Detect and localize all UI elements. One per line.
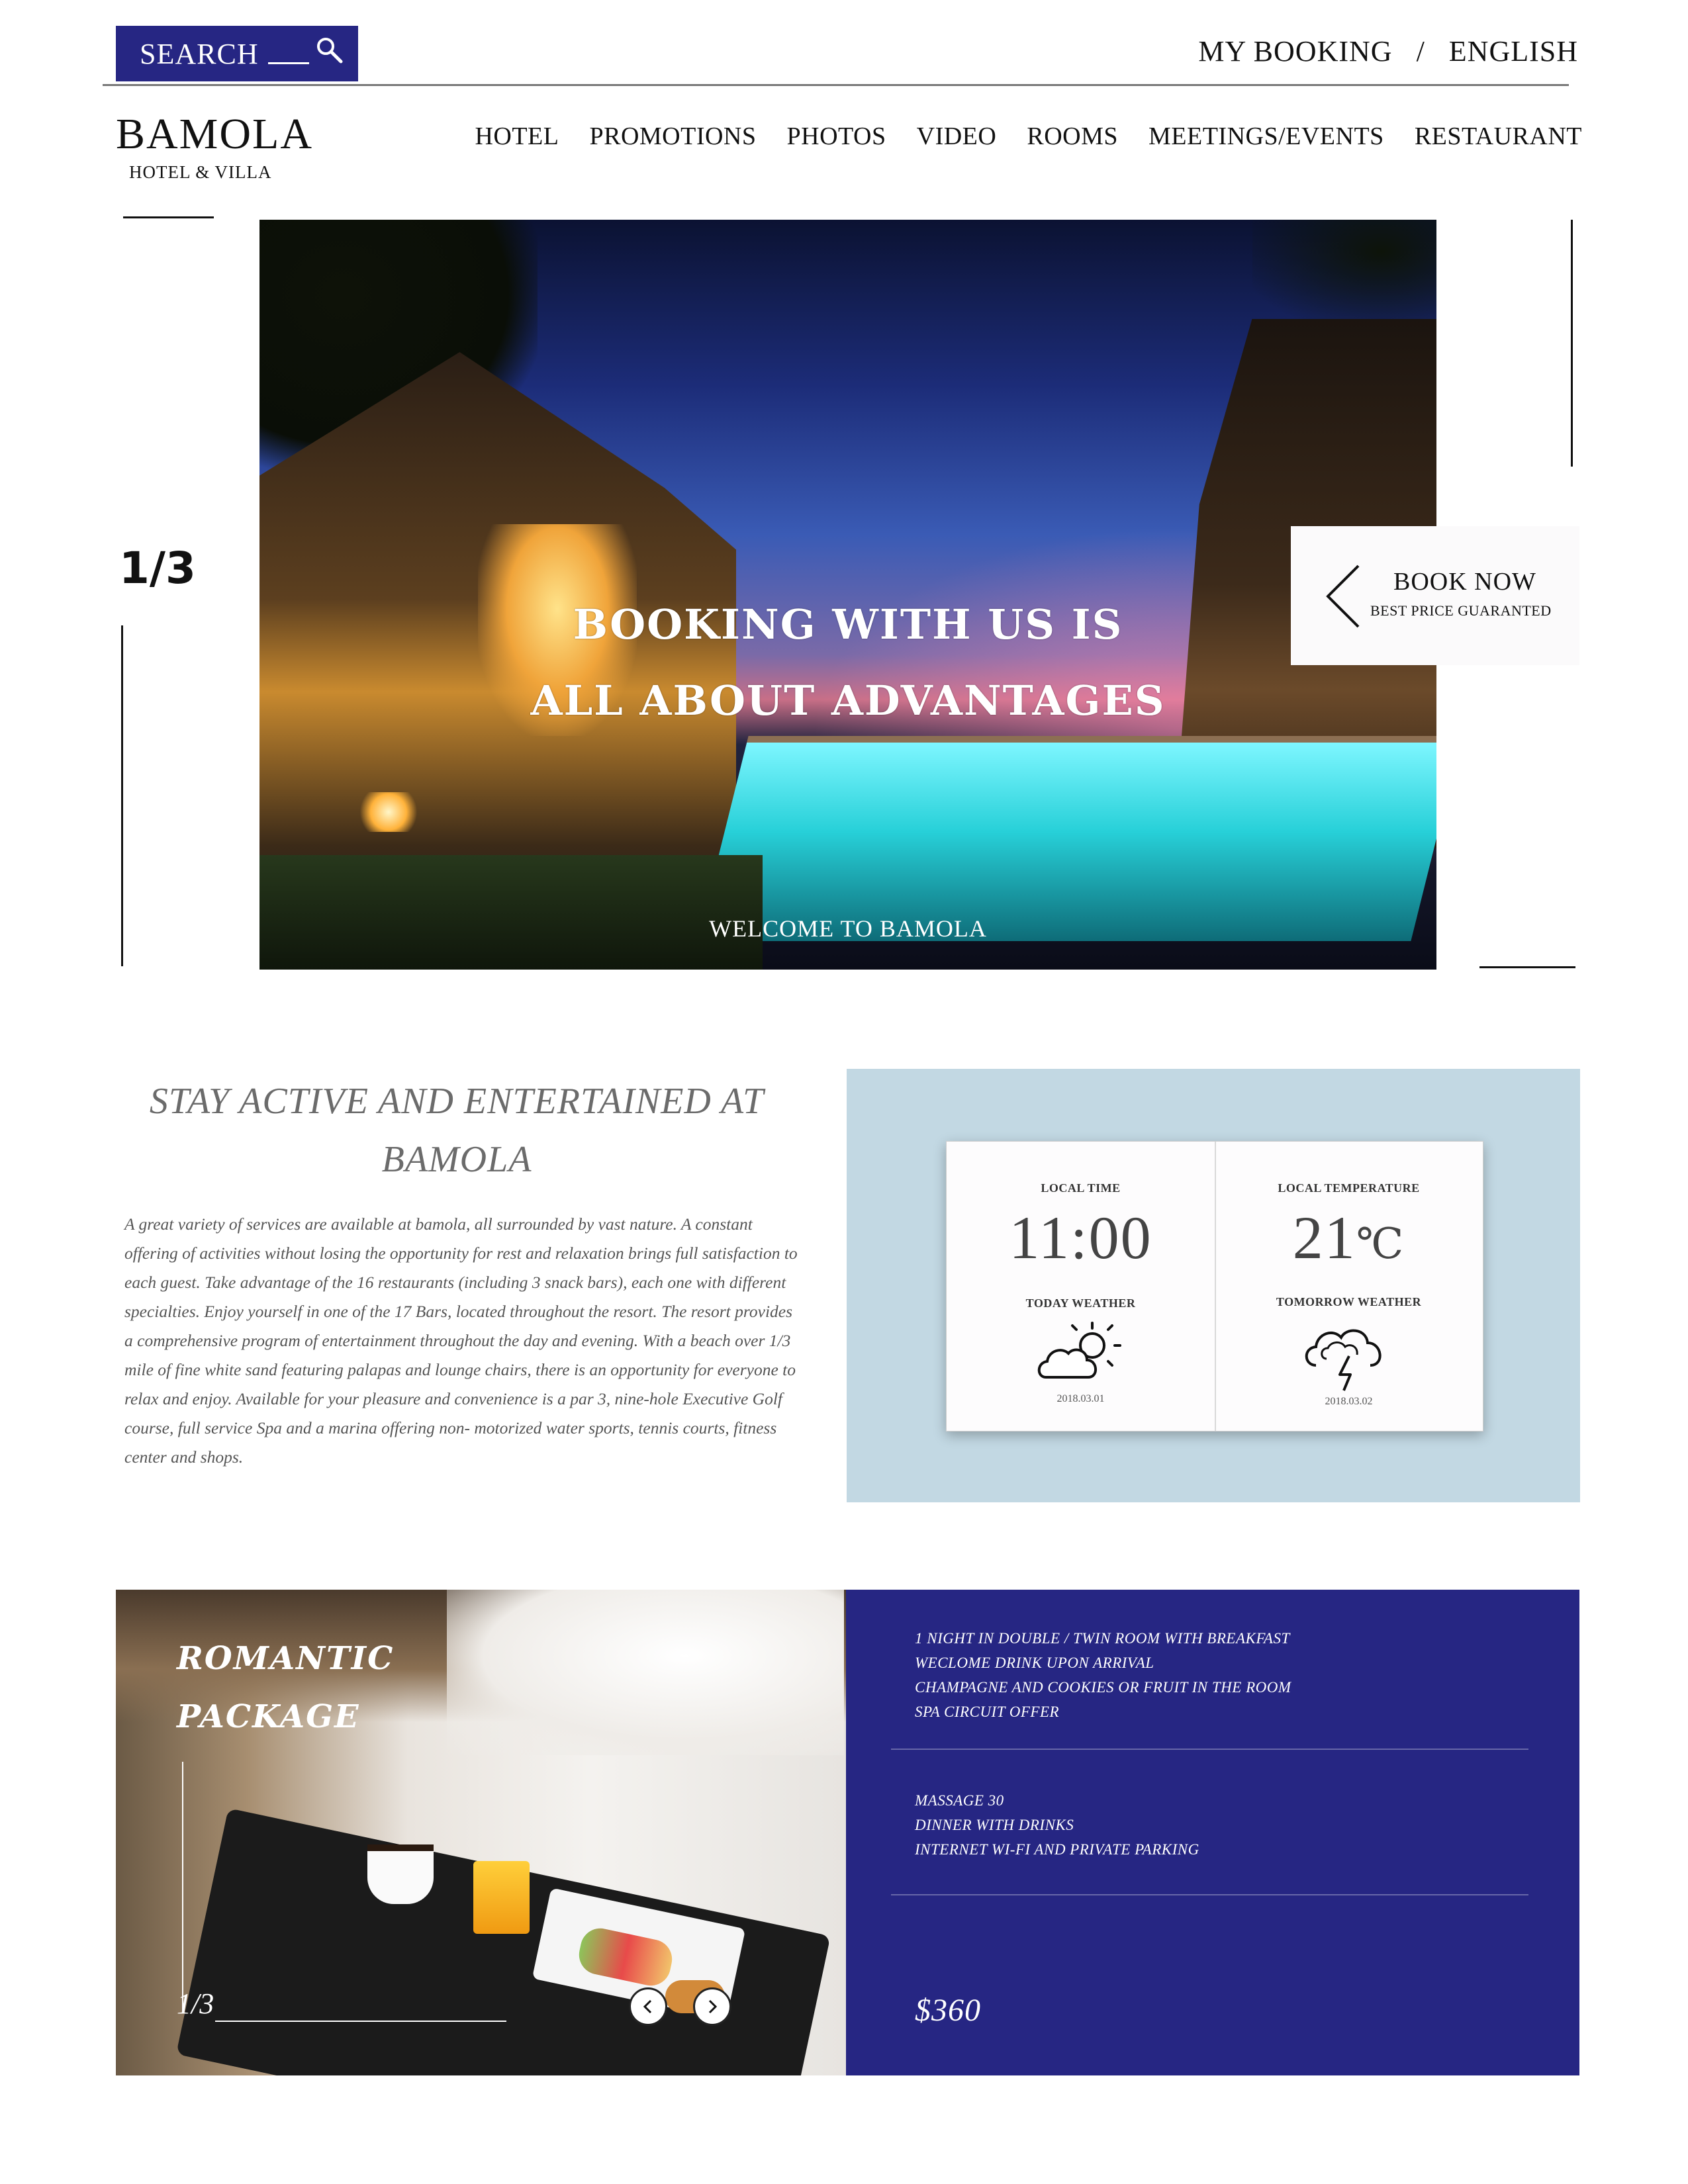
hero-welcome-text: WELCOME TO BAMOLA [709, 915, 987, 942]
package-divider [891, 1749, 1528, 1750]
partly-sunny-icon [1037, 1322, 1121, 1379]
package-horizontal-line [215, 2021, 506, 2022]
hero-frame-line-bottom-right [1479, 966, 1575, 968]
hero-frame-line-left [121, 625, 123, 966]
top-link-separator: / [1416, 35, 1425, 68]
brand-logo[interactable]: BAMOLA [116, 113, 313, 156]
list-item: DINNER WITH DRINKS [915, 1817, 1074, 1833]
thunderstorm-icon [1305, 1329, 1382, 1391]
nav-item-promotions[interactable]: PROMOTIONS [589, 122, 756, 151]
list-item: SPA CIRCUIT OFFER [915, 1704, 1060, 1720]
today-weather-label: TODAY WEATHER [1025, 1297, 1136, 1310]
today-weather-date: 2018.03.01 [1056, 1393, 1105, 1404]
hero-banner[interactable]: BOOKING WITH US IS ALL ABOUT ADVANTAGES … [259, 220, 1436, 970]
hero-image-lamp [359, 792, 418, 832]
package-extras-list: MASSAGE 30 DINNER WITH DRINKS INTERNET W… [915, 1788, 1199, 1862]
main-nav: HOTEL PROMOTIONS PHOTOS VIDEO ROOMS MEET… [475, 122, 1582, 151]
hero-frame-line-top-left [123, 216, 214, 218]
nav-item-photos[interactable]: PHOTOS [787, 122, 886, 151]
local-time-value: 11:00 [1009, 1204, 1152, 1271]
brand-tagline: HOTEL & VILLA [129, 162, 272, 182]
package-inclusions-list: 1 NIGHT IN DOUBLE / TWIN ROOM WITH BREAK… [915, 1626, 1291, 1724]
package-next-button[interactable] [693, 1987, 731, 2026]
package-photo-pillow [447, 1590, 844, 1755]
local-temperature-label: LOCAL TEMPERATURE [1278, 1181, 1420, 1195]
my-booking-link[interactable]: MY BOOKING [1198, 34, 1392, 68]
local-time-label: LOCAL TIME [1041, 1181, 1121, 1195]
package-photo: ROMANTIC PACKAGE 1/3 [116, 1590, 846, 2075]
nav-item-hotel[interactable]: HOTEL [475, 122, 559, 151]
top-links: MY BOOKING / ENGLISH [1198, 34, 1578, 68]
hero-image-pool [697, 736, 1436, 941]
chevron-left-icon [643, 1999, 652, 2014]
search-icon [316, 38, 343, 64]
list-item: 1 NIGHT IN DOUBLE / TWIN ROOM WITH BREAK… [915, 1630, 1290, 1647]
hero-slide-counter: 1/3 [119, 543, 196, 594]
search-button[interactable]: SEARCH [116, 26, 358, 81]
local-temperature-value: 21℃ [1215, 1203, 1483, 1273]
package-title-line-2: PACKAGE [177, 1698, 360, 1735]
package-title-line-1: ROMANTIC [177, 1640, 395, 1677]
package-photo-coffee-cup [367, 1844, 434, 1904]
tomorrow-weather-label: TOMORROW WEATHER [1276, 1295, 1422, 1308]
list-item: CHAMPAGNE AND COOKIES OR FRUIT IN THE RO… [915, 1679, 1291, 1696]
about-body: A great variety of services are availabl… [124, 1214, 798, 1467]
list-item: WECLOME DRINK UPON ARRIVAL [915, 1655, 1154, 1671]
package-prev-button[interactable] [629, 1987, 667, 2026]
package-slide-counter: 1/3 [177, 1987, 214, 2020]
chevron-right-icon [708, 1999, 718, 2014]
package-divider [891, 1894, 1528, 1895]
hero-frame-line-right [1571, 220, 1573, 467]
book-now-button[interactable]: BOOK NOW BEST PRICE GUARANTED [1291, 526, 1579, 665]
chevron-left-icon [1326, 565, 1360, 628]
top-divider [103, 84, 1569, 86]
book-now-subtitle: BEST PRICE GUARANTED [1370, 602, 1552, 619]
language-link[interactable]: ENGLISH [1449, 34, 1578, 68]
temperature-number: 21 [1292, 1204, 1356, 1271]
nav-item-restaurant[interactable]: RESTAURANT [1415, 122, 1582, 151]
package-title: ROMANTIC PACKAGE [177, 1629, 394, 1746]
nav-item-rooms[interactable]: ROOMS [1027, 122, 1118, 151]
about-title: STAY ACTIVE AND ENTERTAINED AT BAMOLA [149, 1081, 765, 1180]
hero-image-trees-right [1252, 220, 1436, 326]
hero-image-lawn [259, 855, 763, 970]
hero-headline-line-1: BOOKING WITH US IS [573, 600, 1123, 649]
tomorrow-weather-date: 2018.03.02 [1325, 1396, 1373, 1407]
celsius-icon: ℃ [1356, 1220, 1405, 1267]
weather-card: LOCAL TIME 11:00 TODAY WEATHER 2018.03.0… [946, 1141, 1483, 1432]
nav-item-video[interactable]: VIDEO [917, 122, 997, 151]
package-vertical-line [182, 1762, 183, 2013]
hero-headline-line-2: ALL ABOUT ADVANTAGES [530, 676, 1166, 725]
book-now-title: BOOK NOW [1393, 568, 1536, 596]
package-info-panel: 1 NIGHT IN DOUBLE / TWIN ROOM WITH BREAK… [846, 1590, 1579, 2075]
list-item: MASSAGE 30 [915, 1792, 1004, 1809]
package-price: $360 [915, 1993, 981, 2028]
nav-item-meetings-events[interactable]: MEETINGS/EVENTS [1149, 122, 1384, 151]
search-label: SEARCH [140, 37, 259, 70]
package-photo-juice [473, 1861, 530, 1934]
search-underline [267, 44, 309, 64]
list-item: INTERNET WI-FI AND PRIVATE PARKING [915, 1841, 1199, 1858]
